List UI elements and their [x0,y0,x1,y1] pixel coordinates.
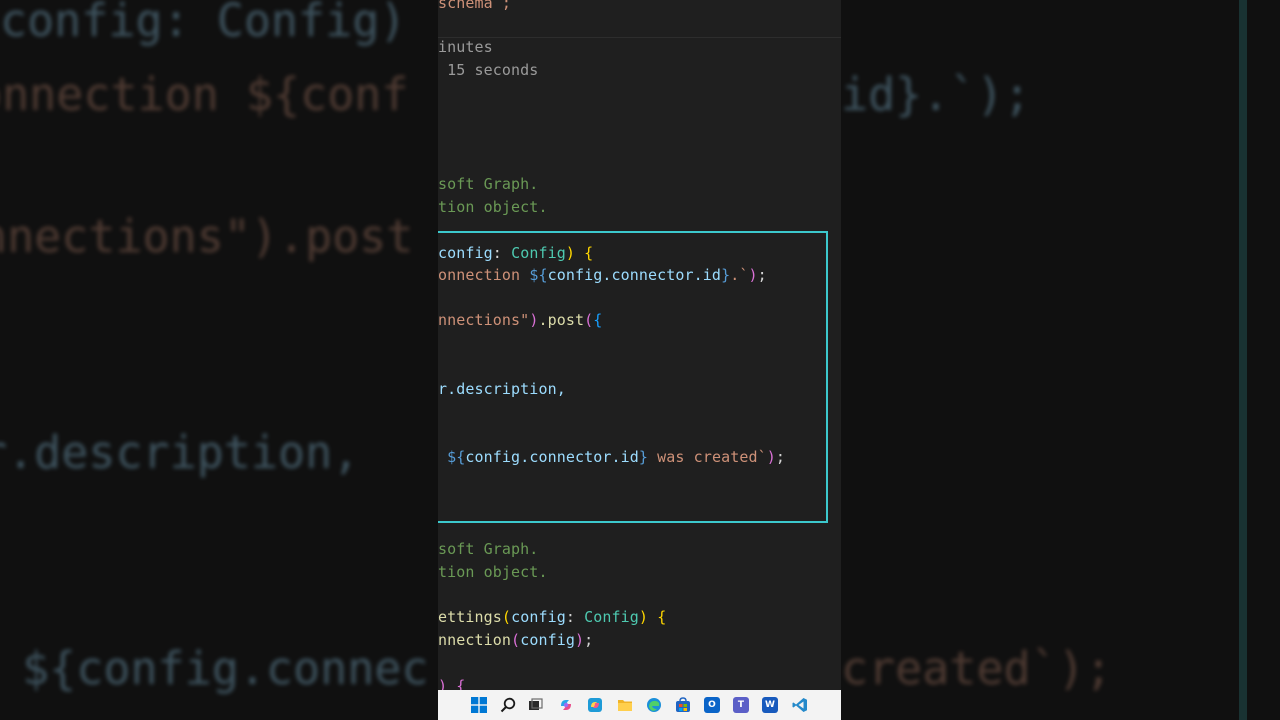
editor-divider [438,37,841,38]
background-code-line: created`); [841,642,1112,695]
code-line: ettings(config: Config) { [438,608,667,626]
code-line: config: Config) { [438,244,594,262]
teams-icon[interactable]: T [733,697,749,713]
vscode-icon[interactable] [792,697,808,713]
code-line: onnection ${config.connector.id}.`); [438,266,767,284]
edge-icon[interactable] [646,697,662,713]
code-line: r.description, [438,380,566,398]
code-line: ) { [438,677,466,690]
code-line: nnection(config); [438,631,594,649]
duration-text: 15 seconds [438,61,539,79]
code-comment: tion object. [438,198,548,216]
duration-text: inutes [438,38,493,56]
blurred-background-left: config: Config) onnection ${conf nnectio… [0,0,438,720]
word-letter: W [765,700,775,710]
background-code-line: ${config.connec [0,642,429,695]
background-scrollbar-stripe [1239,0,1247,720]
store-icon[interactable] [675,697,691,713]
code-line: schema`; [438,0,512,12]
outlook-letter: O [708,700,716,710]
windows-start-icon[interactable] [471,697,487,713]
word-icon[interactable]: W [762,697,778,713]
background-code-line: config: Config) [0,0,407,47]
taskbar: O T W [438,690,841,720]
blurred-background-right: id}.`); created`); [841,0,1280,720]
search-icon[interactable] [500,697,516,713]
code-comment: soft Graph. [438,540,539,558]
background-code-line: id}.`); [841,68,1031,121]
code-line: nnections").post({ [438,311,603,329]
background-code-line: r.description, [0,426,360,479]
code-comment: tion object. [438,563,548,581]
teams-letter: T [737,700,745,710]
code-line: ${config.connector.id} was created`); [438,448,786,466]
file-explorer-icon[interactable] [617,697,633,713]
outlook-icon[interactable]: O [704,697,720,713]
copilot-icon[interactable] [558,697,574,713]
code-comment: soft Graph. [438,175,539,193]
code-editor[interactable]: schema`; inutes 15 seconds soft Graph. t… [438,0,841,690]
copilot-app-icon[interactable] [587,697,603,713]
task-view-icon[interactable] [528,697,544,713]
background-code-line: nnections").post [0,210,414,263]
background-code-line: onnection ${conf [0,68,409,121]
